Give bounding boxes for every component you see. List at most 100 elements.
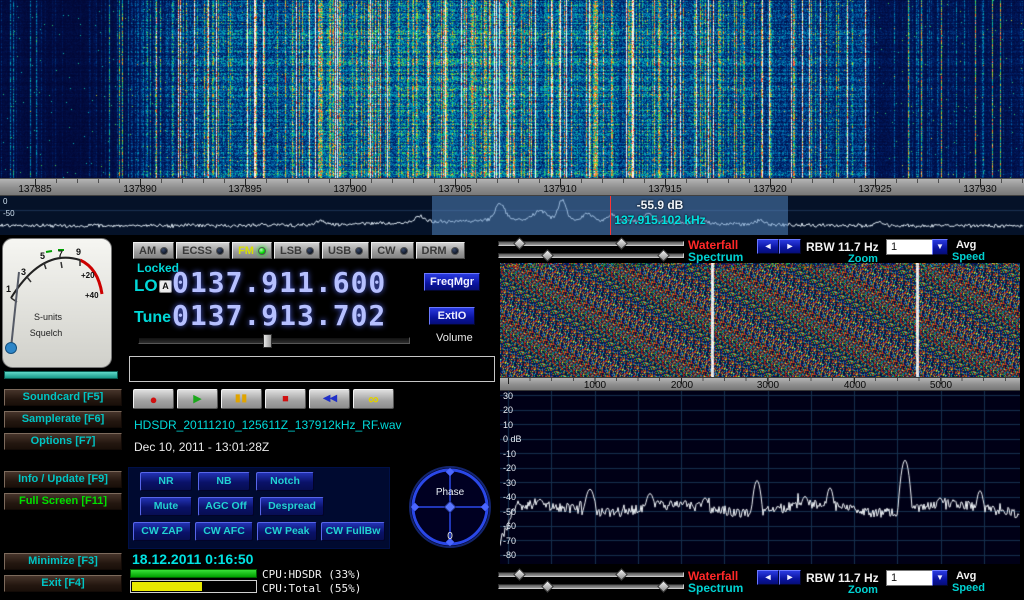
transport-controls: ● ▶ ▮▮ ■ ◀◀ ∞: [133, 389, 394, 409]
audio-tick-label: 5000: [921, 380, 961, 391]
mode-button-ecss[interactable]: ECSS: [176, 242, 230, 259]
audio-waterfall-display[interactable]: [500, 263, 1020, 377]
top-range-slider-1[interactable]: [498, 241, 684, 246]
nr-button[interactable]: NR: [140, 472, 192, 491]
spectrum-label[interactable]: Spectrum: [688, 250, 743, 264]
mode-led: [451, 247, 459, 255]
speed-dropdown[interactable]: 1 ▼: [886, 239, 948, 255]
svg-text:Squelch: Squelch: [30, 328, 63, 338]
freq-tick-label: 137930: [955, 184, 1005, 195]
audio-tick-label: 3000: [748, 380, 788, 391]
cpu-hdsdr-text: CPU:HDSDR (33%): [262, 568, 361, 581]
pause-button[interactable]: ▮▮: [221, 389, 262, 409]
svg-text:1: 1: [6, 284, 11, 294]
avg-label-bottom: Avg: [956, 570, 976, 582]
cw-peak-button[interactable]: CW Peak: [257, 522, 317, 541]
stop-button[interactable]: ■: [265, 389, 306, 409]
mode-button-lsb[interactable]: LSB: [274, 242, 320, 259]
svg-text:S-units: S-units: [34, 312, 63, 322]
play-icon: ▶: [193, 394, 201, 405]
tune-frequency-display[interactable]: 0137.913.702: [172, 299, 386, 332]
bottom-range-slider-2[interactable]: [498, 584, 684, 589]
fullscreen-button[interactable]: Full Screen [F11]: [4, 493, 122, 510]
extio-button[interactable]: ExtIO: [429, 307, 475, 325]
band-arrows: ◄ ►: [757, 239, 801, 254]
db-tick-label: -70: [503, 536, 516, 546]
speed-dropdown-bottom[interactable]: 1 ▼: [886, 570, 948, 586]
lock-a-badge[interactable]: A: [159, 280, 172, 293]
cursor-db-readout: -55.9 dB: [595, 198, 725, 212]
audio-spectrum-display[interactable]: [500, 391, 1020, 564]
freq-tick-label: 137910: [535, 184, 585, 195]
db-tick-label: 10: [503, 420, 513, 430]
cw-fullbw-button[interactable]: CW FullBw: [321, 522, 385, 541]
band-arrows-bottom: ◄ ►: [757, 570, 801, 585]
options-button[interactable]: Options [F7]: [4, 433, 122, 450]
cw-zap-button[interactable]: CW ZAP: [133, 522, 191, 541]
freq-tick-label: 137920: [745, 184, 795, 195]
band-left-button[interactable]: ◄: [757, 239, 779, 254]
minimize-button[interactable]: Minimize [F3]: [4, 553, 122, 570]
lo-frequency-display[interactable]: 0137.911.600: [172, 266, 386, 299]
cursor-freq-readout: 137.915.102 kHz: [590, 213, 730, 227]
bottom-range-slider-1[interactable]: [498, 572, 684, 577]
loop-button[interactable]: ∞: [353, 389, 394, 409]
band-right-button[interactable]: ►: [779, 239, 801, 254]
freqmgr-button[interactable]: FreqMgr: [424, 273, 480, 291]
slider-thumb[interactable]: [513, 237, 526, 250]
slider-thumb[interactable]: [615, 568, 628, 581]
slider-thumb[interactable]: [541, 580, 554, 593]
agc-off-button[interactable]: AGC Off: [198, 497, 254, 516]
date-time-display: 18.12.2011 0:16:50: [132, 551, 253, 567]
s-meter: 1 3 5 7 9 +20 +40 S-units Squelch: [2, 238, 112, 368]
mode-button-am[interactable]: AM: [133, 242, 174, 259]
dsp-row-2: Mute AGC Off Despread: [140, 497, 324, 516]
mode-button-cw[interactable]: CW: [371, 242, 413, 259]
info-update-button[interactable]: Info / Update [F9]: [4, 471, 122, 488]
samplerate-button[interactable]: Samplerate [F6]: [4, 411, 122, 428]
volume-slider-thumb[interactable]: [263, 334, 272, 348]
mode-led: [355, 247, 363, 255]
notch-button[interactable]: Notch: [256, 472, 314, 491]
cpu-total-text: CPU:Total (55%): [262, 582, 361, 595]
zoom-label-bottom[interactable]: Zoom: [848, 584, 878, 596]
mode-button-usb[interactable]: USB: [322, 242, 369, 259]
recording-date: Dec 10, 2011 - 13:01:28Z: [134, 440, 269, 454]
despread-button[interactable]: Despread: [260, 497, 324, 516]
db-tick-label: -10: [503, 449, 516, 459]
slider-thumb[interactable]: [541, 249, 554, 262]
dropdown-arrow-button[interactable]: ▼: [932, 570, 948, 586]
mode-button-drm[interactable]: DRM: [416, 242, 465, 259]
squelch-level-bar[interactable]: [4, 371, 118, 379]
volume-label: Volume: [436, 332, 473, 344]
slider-thumb[interactable]: [615, 237, 628, 250]
spectrum-axis-50db: -50: [3, 209, 15, 218]
frequency-ruler[interactable]: 137885 137890 137895 137900 137905 13791…: [0, 178, 1024, 196]
spectrum-label-bottom[interactable]: Spectrum: [688, 581, 743, 595]
audio-tick-label: 1000: [575, 380, 615, 391]
db-tick-label: -40: [503, 492, 516, 502]
top-range-slider-2[interactable]: [498, 253, 684, 258]
cw-afc-button[interactable]: CW AFC: [195, 522, 253, 541]
band-left-button[interactable]: ◄: [757, 570, 779, 585]
hdsdr-app: 137885 137890 137895 137900 137905 13791…: [0, 0, 1024, 600]
slider-thumb[interactable]: [657, 580, 670, 593]
freq-tick-label: 137885: [10, 184, 60, 195]
slider-thumb[interactable]: [657, 249, 670, 262]
nb-button[interactable]: NB: [198, 472, 250, 491]
play-button[interactable]: ▶: [177, 389, 218, 409]
volume-slider[interactable]: [138, 337, 410, 344]
rewind-button[interactable]: ◀◀: [309, 389, 350, 409]
dropdown-arrow-button[interactable]: ▼: [932, 239, 948, 255]
record-button[interactable]: ●: [133, 389, 174, 409]
svg-text:0: 0: [447, 531, 453, 542]
soundcard-button[interactable]: Soundcard [F5]: [4, 389, 122, 406]
audio-frequency-ruler[interactable]: 1000 2000 3000 4000 5000: [500, 377, 1020, 391]
exit-button[interactable]: Exit [F4]: [4, 575, 122, 592]
slider-thumb[interactable]: [513, 568, 526, 581]
audio-tick-label: 4000: [835, 380, 875, 391]
mute-button[interactable]: Mute: [140, 497, 192, 516]
mode-button-fm[interactable]: FM: [232, 242, 272, 259]
main-waterfall-display[interactable]: [0, 0, 1024, 178]
band-right-button[interactable]: ►: [779, 570, 801, 585]
